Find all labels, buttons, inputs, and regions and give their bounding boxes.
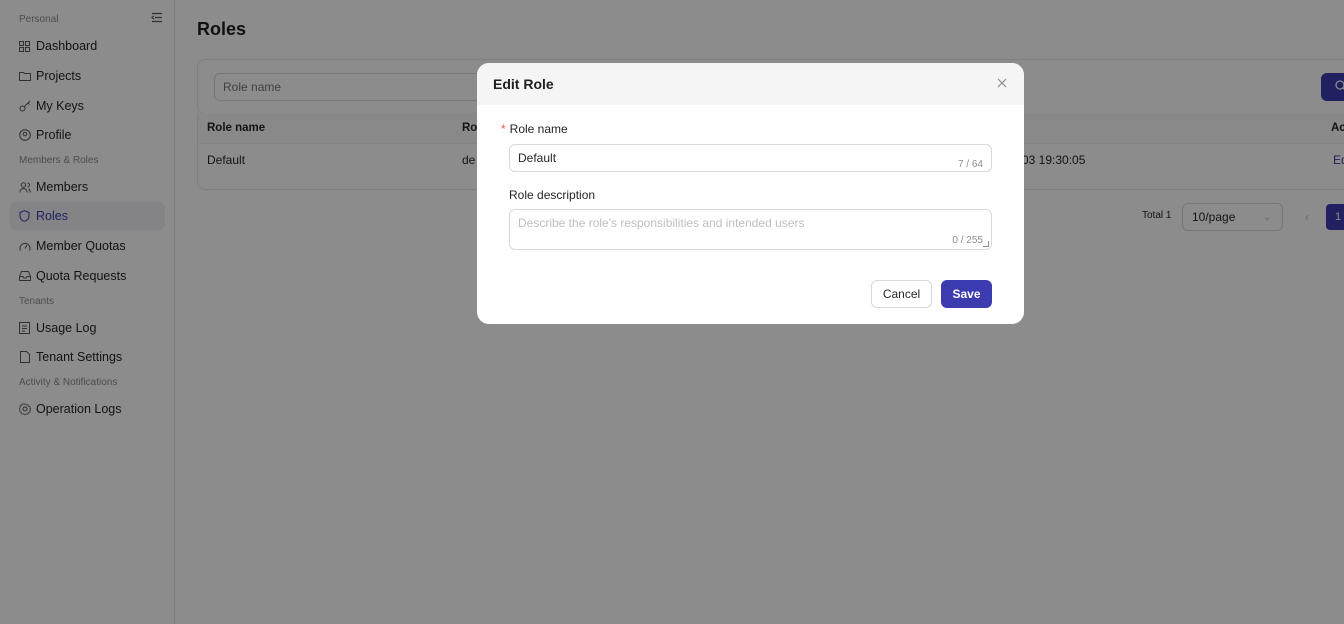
role-name-counter: 7 / 64	[957, 159, 983, 170]
role-description-placeholder: Describe the role's responsibilities and…	[518, 216, 805, 230]
cancel-button[interactable]: Cancel	[871, 280, 932, 308]
edit-role-dialog: Edit Role * Role name Default 7 / 64 Role…	[477, 63, 1024, 324]
save-button[interactable]: Save	[941, 280, 992, 308]
role-name-input[interactable]: Default 7 / 64	[509, 144, 992, 172]
role-name-label: * Role name	[501, 122, 568, 136]
role-name-value: Default	[518, 151, 557, 165]
role-description-textarea[interactable]: Describe the role's responsibilities and…	[509, 209, 992, 250]
close-icon[interactable]	[994, 75, 1010, 91]
required-mark: *	[501, 122, 506, 136]
resize-handle-icon[interactable]	[983, 241, 989, 247]
role-description-label: Role description	[509, 188, 596, 202]
role-name-label-text: Role name	[509, 122, 568, 136]
dialog-header: Edit Role	[477, 63, 1024, 105]
role-description-counter: 0 / 255	[952, 235, 983, 246]
dialog-title: Edit Role	[493, 76, 554, 92]
